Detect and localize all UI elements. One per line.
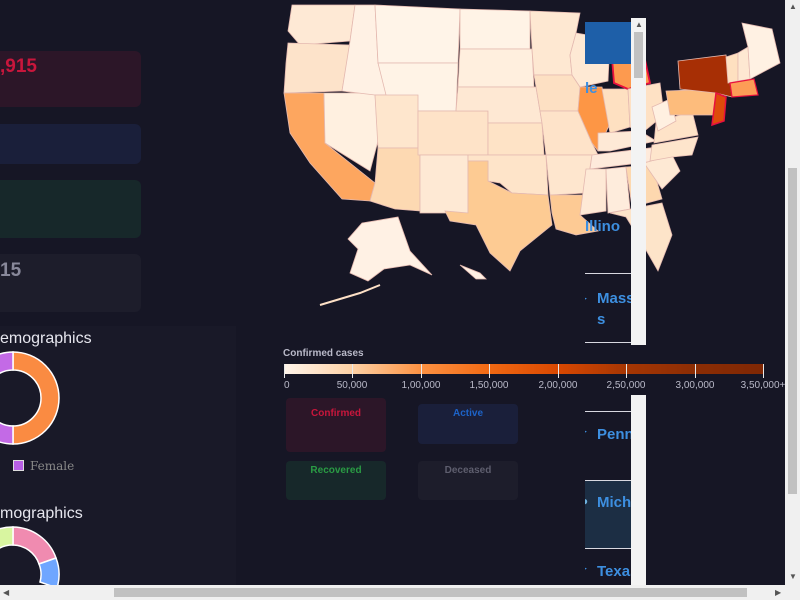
divider [585, 273, 631, 274]
scale-tick-label: 1,00,000 [401, 380, 441, 391]
bullet-icon: ▸ [585, 288, 587, 309]
state-pennsylvania[interactable] [665, 88, 719, 116]
state-name: Illino [585, 218, 620, 235]
ethnicity-chart-title: mographics [0, 505, 83, 522]
scroll-left-arrow-icon[interactable]: ◀ [3, 589, 9, 597]
state-list-item-massachusetts[interactable]: ▸ Mass s [585, 288, 631, 330]
state-washington[interactable] [287, 4, 356, 46]
scale-tick [421, 364, 422, 378]
scale-tick [558, 364, 559, 378]
scale-tick [695, 364, 696, 378]
state-hawaii[interactable] [459, 264, 487, 280]
map-toggle-deceased[interactable]: Deceased [418, 461, 518, 500]
scale-tick-label: 2,00,000 [538, 380, 578, 391]
ethnicity-donut-chart [0, 526, 60, 585]
bullet-icon: ▸ [585, 563, 587, 574]
divider [585, 342, 631, 343]
state-oregon[interactable] [283, 42, 351, 94]
divider [585, 411, 631, 412]
scale-tick [352, 364, 353, 378]
partial-label: le [585, 80, 598, 97]
state-list-item-texas[interactable]: ▸ Texas [585, 563, 631, 580]
state-north-dakota[interactable] [459, 8, 531, 50]
divider [585, 548, 631, 549]
state-name: Mass s [597, 290, 631, 328]
state-montana[interactable] [374, 4, 461, 64]
page-horizontal-scrollbar[interactable]: ◀ ▶ [0, 585, 800, 600]
state-name: Penn [597, 426, 631, 443]
state-list-item-pennsylvania[interactable]: ▸ Penn [585, 426, 631, 443]
state-list-selected-row[interactable] [585, 481, 631, 548]
state-list: le Illino ▸ Mass s ▸ Penn ● Mich ▸ Texas [585, 18, 631, 585]
gender-donut-chart [0, 351, 60, 445]
state-vermont[interactable] [725, 52, 739, 84]
scale-tick [284, 364, 285, 378]
scale-gradient-bar [284, 364, 763, 374]
mini-card-label: Confirmed [311, 408, 361, 419]
state-new-mexico[interactable] [419, 154, 469, 214]
state-colorado[interactable] [417, 110, 489, 156]
state-name: Mich [597, 494, 631, 511]
scroll-up-arrow-icon[interactable]: ▲ [789, 3, 797, 11]
scroll-right-arrow-icon[interactable]: ▶ [775, 589, 781, 597]
expand-icon: ● [585, 494, 588, 508]
state-list-scrollbar-lower[interactable] [631, 395, 646, 585]
state-alaska[interactable] [347, 216, 433, 282]
state-massachusetts[interactable] [729, 78, 759, 98]
state-utah[interactable] [374, 94, 419, 149]
state-list-header-highlight [585, 22, 631, 64]
map-toggle-active[interactable]: Active [418, 404, 518, 444]
state-name: Texas [597, 563, 631, 580]
mini-card-label: Deceased [444, 465, 492, 476]
scale-tick-label: 1,50,000 [469, 380, 509, 391]
mini-card-label: Active [452, 408, 483, 419]
ethnicity-slice-3[interactable] [0, 526, 14, 549]
page-vertical-thumb[interactable] [788, 168, 797, 494]
state-list-scrollbar[interactable]: ▲ [631, 18, 646, 345]
alaska-aleutians [319, 284, 381, 306]
state-arizona[interactable] [369, 147, 421, 212]
scale-tick-label: 2,50,000 [606, 380, 646, 391]
scale-tick [626, 364, 627, 378]
state-south-dakota[interactable] [457, 48, 535, 88]
state-iowa[interactable] [533, 74, 581, 112]
gender-female-slice[interactable] [0, 351, 14, 445]
scale-tick-label: 3,00,000 [675, 380, 715, 391]
scale-tick-label: 0 [284, 380, 290, 391]
state-list-item-michigan[interactable]: ● Mich [585, 494, 631, 511]
scroll-up-arrow-icon[interactable]: ▲ [635, 21, 643, 29]
deceased-card[interactable]: 15 [0, 254, 141, 312]
map-toggle-confirmed[interactable]: Confirmed [286, 398, 386, 452]
scale-tick [763, 364, 764, 378]
confirmed-card[interactable]: ,915 [0, 51, 141, 107]
state-kansas[interactable] [487, 122, 545, 156]
state-list-partial-item[interactable]: le [585, 80, 631, 97]
map-toggle-recovered[interactable]: Recovered [286, 461, 386, 500]
scale-title: Confirmed cases [283, 348, 364, 359]
mini-card-label: Recovered [310, 465, 362, 476]
page-horizontal-thumb[interactable] [114, 588, 747, 597]
us-choropleth-map[interactable] [280, 3, 785, 313]
bullet-icon: ▸ [585, 426, 587, 437]
female-swatch [13, 460, 24, 471]
scale-tick [489, 364, 490, 378]
page-vertical-scrollbar[interactable]: ▲ ▼ [785, 0, 800, 585]
deceased-value: 15 [0, 260, 22, 281]
confirmed-value: ,915 [0, 56, 37, 77]
active-card[interactable] [0, 124, 141, 164]
gender-chart-title: emographics [0, 330, 92, 347]
female-label: Female [30, 459, 75, 473]
state-list-item-illinois[interactable]: Illino [585, 218, 631, 235]
scale-tick-label: 50,000 [336, 380, 368, 391]
scale-tick-label: 3,50,000+ [740, 380, 786, 391]
state-list-scroll-thumb[interactable] [634, 32, 643, 78]
gender-legend-female[interactable]: Female [13, 459, 74, 473]
recovered-card[interactable] [0, 180, 141, 238]
ethnicity-slice-1[interactable] [12, 526, 57, 565]
scroll-down-arrow-icon[interactable]: ▼ [789, 573, 797, 581]
gender-male-slice[interactable] [12, 351, 60, 445]
